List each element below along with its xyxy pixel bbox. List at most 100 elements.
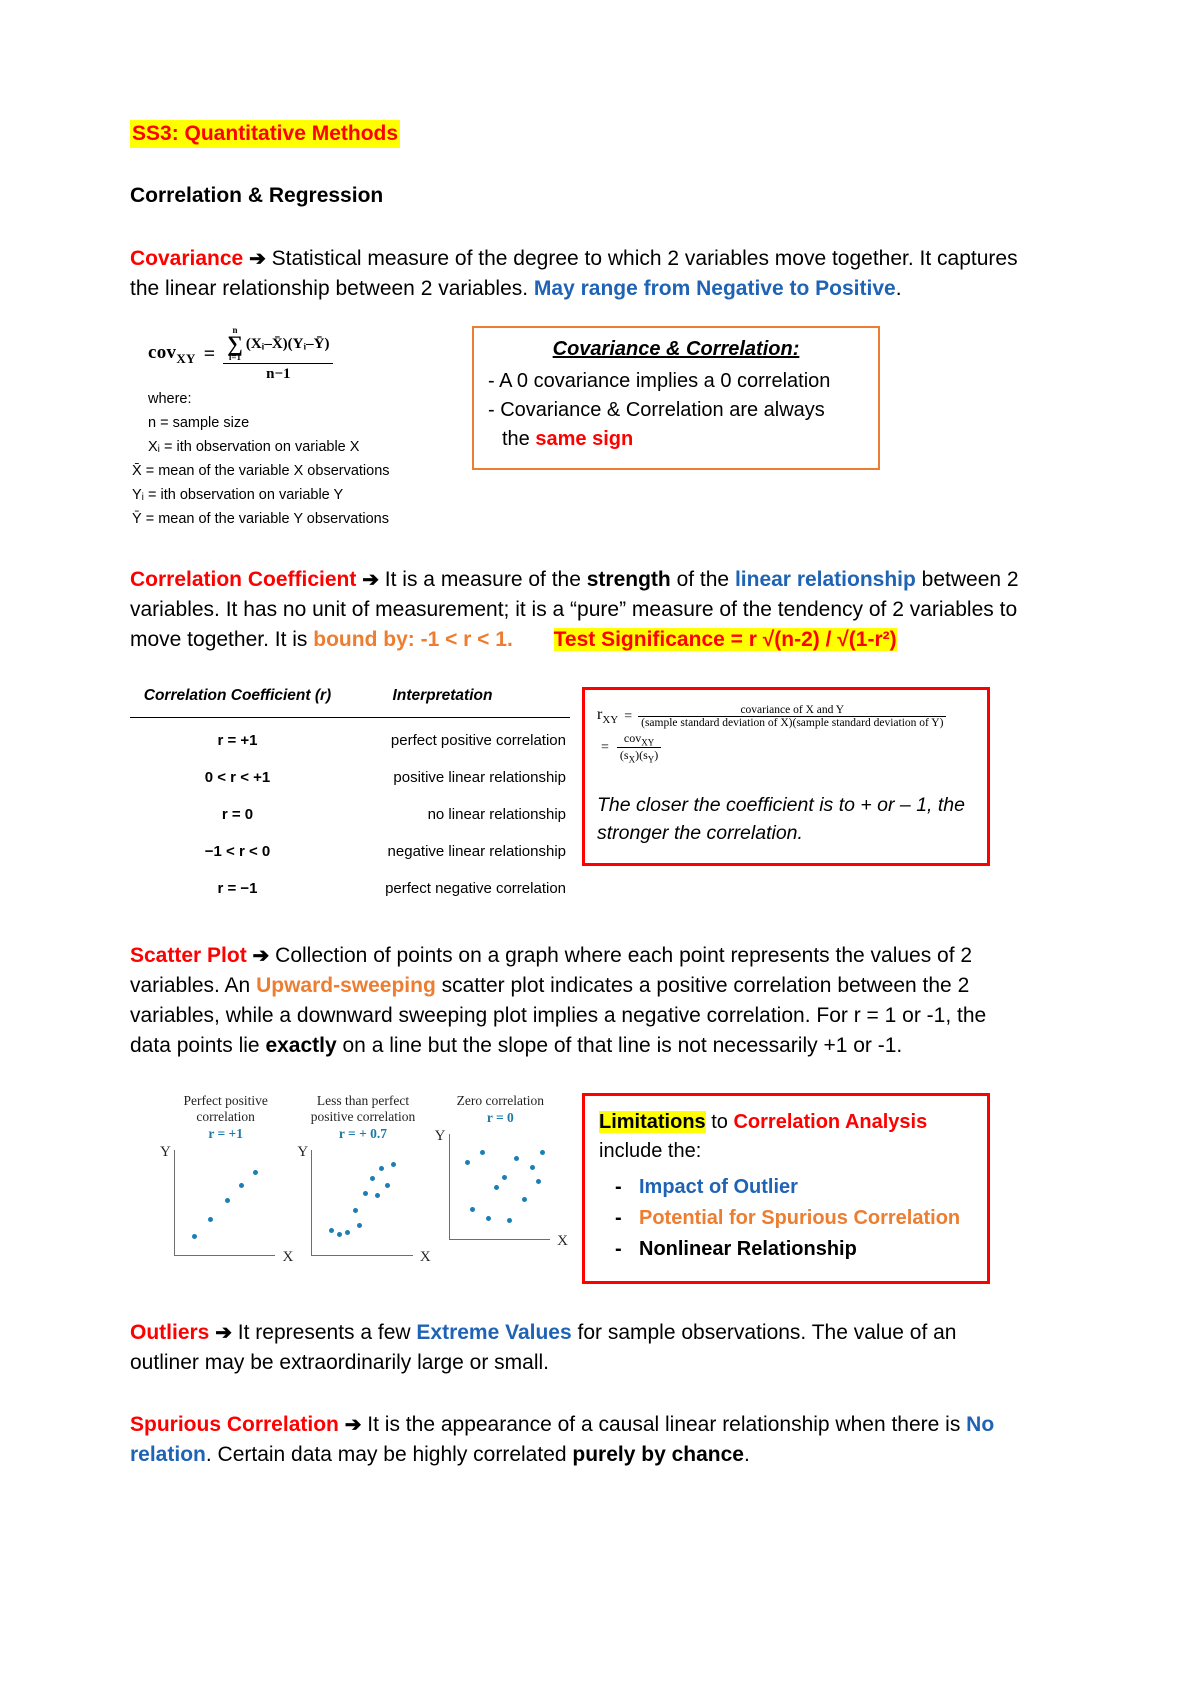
correlation-coefficient-term: Correlation Coefficient [130, 568, 357, 591]
document-page: SS3: Quantitative Methods Correlation & … [0, 0, 1200, 1698]
test-significance-formula: Test Significance = r √(n-2) / √(1-r²) [553, 628, 897, 651]
spurious-correlation-term: Spurious Correlation [130, 1413, 339, 1436]
spurious-text-1: It is the appearance of a causal linear … [361, 1413, 967, 1436]
table-header-row: Correlation Coefficient (r) Interpretati… [130, 687, 570, 717]
cc-text-2: of the [670, 568, 735, 591]
figure-caption: Perfect positive correlation [183, 1093, 268, 1124]
correlation-interpretation-table: Correlation Coefficient (r) Interpretati… [130, 687, 570, 907]
outliers-text-1: It represents a few [231, 1321, 417, 1344]
limitation-label: Nonlinear Relationship [639, 1238, 857, 1260]
scatter-plot-term: Scatter Plot [130, 944, 247, 967]
cell-r: r = 0 [221, 806, 254, 823]
where-label: where: [148, 391, 192, 407]
equals-sign: = [203, 343, 216, 365]
scatter-point [470, 1206, 476, 1212]
y-axis [448, 1134, 450, 1240]
arrow-icon: ➔ [249, 248, 266, 270]
scatter-point [521, 1196, 527, 1202]
limitations-callout: Limitations to Correlation Analysis incl… [582, 1093, 990, 1284]
scatter-point [507, 1218, 513, 1224]
table-divider [130, 717, 570, 718]
cc-linear-relationship: linear relationship [734, 568, 916, 591]
cc-text-1: It is a measure of the [378, 568, 587, 591]
y-axis [311, 1150, 313, 1256]
outliers-paragraph: Outliers ➔ It represents a few Extreme V… [130, 1318, 1020, 1378]
x-axis-label: X [419, 1249, 431, 1265]
section-subtitle: Correlation & Regression [130, 184, 384, 207]
spurious-text-3: . [743, 1443, 750, 1466]
limitation-label: Potential for Spurious Correlation [639, 1207, 961, 1229]
scatter-point [191, 1234, 197, 1240]
rxy2-numerator: covXY [623, 731, 655, 748]
scatter-point [356, 1222, 362, 1228]
cc-bound-by: bound by: -1 < r < 1. [313, 628, 513, 651]
scatter-point [253, 1169, 259, 1175]
where-item: Xᵢ = ith observation on variable X [148, 439, 360, 455]
scatter-point [486, 1216, 492, 1222]
cov-lhs: covXY [148, 342, 196, 366]
page-title: SS3: Quantitative Methods [130, 120, 401, 148]
figure-caption: Zero correlation [456, 1093, 544, 1108]
covariance-formula-row: covXY = n ∑ i=1 (Xᵢ–X̄)(Yᵢ–Ȳ) n−1 where… [130, 326, 1020, 531]
cov-numerator: n ∑ i=1 (Xᵢ–X̄)(Yᵢ–Ȳ) [223, 326, 333, 363]
scatter-point [535, 1179, 541, 1185]
y-axis-label: Y [160, 1144, 171, 1160]
scatter-figure-2: Less than perfect positive correlation r… [295, 1093, 430, 1266]
x-axis [311, 1255, 413, 1256]
scatter-figure-1: Perfect positive correlation r = +1 Y X [158, 1093, 293, 1266]
scatter-point [464, 1159, 470, 1165]
table-row: −1 < r < 0 negative linear relationship [130, 833, 570, 870]
x-axis [448, 1239, 550, 1240]
callout-line-3: the same sign [502, 428, 634, 450]
figure-r-value: r = 0 [486, 1110, 514, 1125]
list-item: - Impact of Outlier [615, 1172, 973, 1203]
list-item: - Potential for Spurious Correlation [615, 1203, 973, 1234]
covariance-text-end: . [895, 277, 902, 300]
purely-by-chance: purely by chance [572, 1443, 744, 1466]
covariance-formula-block: covXY = n ∑ i=1 (Xᵢ–X̄)(Yᵢ–Ȳ) n−1 where… [130, 326, 460, 531]
cc-strength: strength [586, 568, 671, 591]
cov-num-expr: (Xᵢ–X̄)(Yᵢ–Ȳ) [245, 335, 330, 352]
cell-r: r = −1 [217, 880, 258, 897]
spurious-text-2: . Certain data may be highly correlated [205, 1443, 573, 1466]
correlation-coefficient-paragraph: Correlation Coefficient ➔ It is a measur… [130, 565, 1020, 655]
extreme-values-term: Extreme Values [416, 1321, 572, 1344]
column-header-r: Correlation Coefficient (r) [143, 687, 332, 704]
scatter-figures-row: Perfect positive correlation r = +1 Y X … [130, 1093, 1020, 1284]
scatter-point [502, 1175, 508, 1181]
scatter-point [345, 1230, 351, 1236]
plot-area-3: Y X [433, 1128, 568, 1250]
covariance-range-note: May range from Negative to Positive [533, 277, 896, 300]
scatter-point [369, 1175, 375, 1181]
y-axis-label: Y [434, 1128, 446, 1144]
cell-interpretation: perfect positive correlation [390, 732, 566, 749]
rxy-formula: rXY = covariance of X and Y (sample stan… [597, 704, 975, 765]
where-definitions: where: n = sample size Xᵢ = ith observat… [132, 387, 460, 531]
arrow-icon: ➔ [344, 1414, 362, 1436]
cell-r: r = +1 [217, 732, 258, 749]
rxy-fraction-2: covXY (sX)(sY) [616, 731, 662, 765]
bullet-dash-icon: - [615, 1207, 622, 1229]
correlation-formula-callout: rXY = covariance of X and Y (sample stan… [582, 687, 990, 866]
cell-interpretation: perfect negative correlation [385, 880, 566, 897]
spurious-correlation-paragraph: Spurious Correlation ➔ It is the appeara… [130, 1410, 1020, 1470]
callout-line-1: - A 0 covariance implies a 0 correlation [488, 370, 831, 392]
sp-exactly: exactly [265, 1034, 337, 1057]
correlation-analysis-term: Correlation Analysis [733, 1111, 928, 1133]
scatter-point [378, 1165, 384, 1171]
scatter-point [480, 1149, 486, 1155]
cell-r: 0 < r < +1 [204, 769, 271, 786]
correlation-strength-note: The closer the coefficient is to + or – … [597, 793, 965, 844]
limitations-list: - Impact of Outlier - Potential for Spurio… [599, 1172, 973, 1265]
rxy-fraction: covariance of X and Y (sample standard d… [638, 704, 947, 729]
outliers-term: Outliers [130, 1321, 210, 1344]
scatter-point [539, 1149, 545, 1155]
correlation-table-row: Correlation Coefficient (r) Interpretati… [130, 687, 1020, 907]
covariance-term: Covariance [130, 247, 244, 270]
figure-caption: Less than perfect positive correlation [310, 1093, 416, 1124]
